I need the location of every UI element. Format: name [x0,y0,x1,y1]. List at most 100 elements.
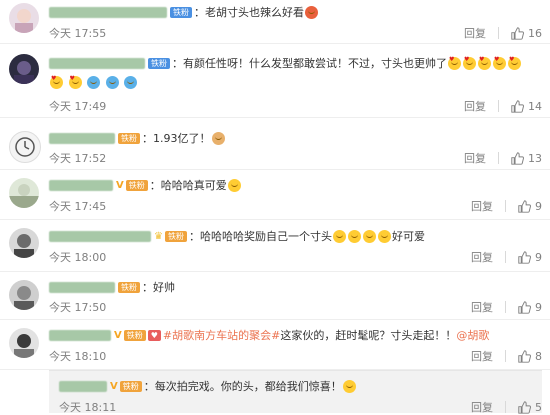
username[interactable] [49,6,167,18]
like-button[interactable]: 14 [511,100,542,113]
username[interactable] [49,132,115,144]
comment-header: 铁粉 ：老胡寸头也辣么好看 [49,4,319,20]
emoji-icon [305,5,318,19]
avatar[interactable] [9,54,39,84]
username[interactable] [49,329,111,341]
avatar[interactable] [9,280,39,310]
reply-button[interactable]: 回复 [471,299,493,315]
comment-actions: 回复 9 [471,198,542,214]
comment-item: 铁粉 ：1.93亿了！ 今天 17:52 回复 13 [0,118,550,170]
username[interactable] [59,380,107,392]
avatar[interactable] [9,3,39,33]
reply-button[interactable]: 回复 [464,98,486,114]
thumbs-up-icon [518,300,531,314]
comment-text-tail: 好可爱 [391,230,425,243]
reply-button[interactable]: 回复 [471,198,493,214]
like-button[interactable]: 8 [518,350,542,363]
iron-fan-badge: 铁粉 [118,132,140,144]
comment-time: 今天 18:11 [59,401,117,414]
topic-link[interactable]: #胡歌南方车站的聚会# [163,327,280,343]
like-count: 9 [535,250,542,264]
avatar[interactable] [9,328,39,358]
comment-text: ：1.93亿了！ [142,132,211,145]
comment-actions: 回复 9 [471,299,542,315]
comment-text: ：老胡寸头也辣么好看 [194,6,304,19]
avatar[interactable] [9,228,39,258]
emoji-icon [332,229,346,243]
thumbs-up-icon [511,151,524,165]
avatar[interactable] [9,178,39,208]
fan-badge: 铁粉 [148,57,170,69]
comment-header: 铁粉 ：1.93亿了！ [49,130,226,146]
emoji-icon [377,229,391,243]
heart-eyes-emoji-icon [508,56,521,70]
fan-badge: 铁粉 [170,6,192,18]
heart-eyes-emoji-icon [478,56,491,70]
like-count: 13 [528,151,542,165]
comment-item: 铁粉 ：有颜任性呀！什么发型都敢尝试！不过，寸头也更帅了 今天 17:49 回复… [0,44,550,118]
person-emoji-icon [124,75,137,89]
verified-v-icon: V [114,329,122,341]
like-button[interactable]: 9 [518,301,542,314]
like-count: 16 [528,26,542,40]
reply-button[interactable]: 回复 [471,249,493,265]
nested-reply: V 铁粉 ：每次拍完戏。你的头，都给我们惊喜！ 今天 18:11 回复 5 [49,370,542,415]
username[interactable] [49,230,151,242]
heart-eyes-emoji-icon [463,56,476,70]
comment-text: ：有颜任性呀！什么发型都敢尝试！不过，寸头也更帅了 [172,57,447,70]
thumbs-up-icon [518,199,531,213]
like-button[interactable]: 16 [511,27,542,40]
mention-link[interactable]: @胡歌 [456,327,489,343]
iron-fan-badge: 铁粉 [125,179,148,191]
comment-header: 铁粉 ：好帅 [49,279,175,295]
comment-header: ♛ 铁粉 ：哈哈哈哈奖励自己一个寸头 好可爱 [49,228,425,244]
divider [505,401,506,413]
comment-header: V 铁粉 ：哈哈哈真可爱 [49,177,242,193]
comment-text: ：好帅 [142,281,175,294]
like-button[interactable]: 9 [518,251,542,264]
like-button[interactable]: 13 [511,152,542,165]
divider [505,251,506,263]
username[interactable] [49,281,115,293]
divider [505,350,506,362]
comment-time: 今天 18:00 [49,251,107,264]
emoji-icon [347,229,361,243]
reply-button[interactable]: 回复 [464,25,486,41]
verified-v-icon: V [110,380,118,392]
emoji-row [49,75,138,89]
heart-eyes-emoji-icon [448,56,461,70]
thumbs-up-icon [518,250,531,264]
comment-time: 今天 17:45 [49,200,107,213]
comment-item: 铁粉 ：老胡寸头也辣么好看 今天 17:55 回复 16 [0,0,550,44]
like-count: 8 [535,349,542,363]
comment-actions: 回复 5 [471,399,542,415]
heart-eyes-emoji-icon [50,75,63,89]
username[interactable] [49,57,145,69]
avatar[interactable] [9,131,41,163]
comment-header: 铁粉 ：有颜任性呀！什么发型都敢尝试！不过，寸头也更帅了 [49,55,522,71]
person-emoji-icon [105,75,119,89]
like-button[interactable]: 9 [518,200,542,213]
comment-actions: 回复 16 [464,25,542,41]
comment-time: 今天 17:55 [49,27,107,40]
person-emoji-icon [87,75,100,89]
like-count: 14 [528,99,542,113]
username[interactable] [49,179,113,191]
comment-actions: 回复 9 [471,249,542,265]
comment-time: 今天 17:50 [49,301,107,314]
reply-button[interactable]: 回复 [471,348,493,364]
reply-button[interactable]: 回复 [464,150,486,166]
divider [498,100,499,112]
like-count: 9 [535,300,542,314]
comment-text: ：哈哈哈真可爱 [149,179,227,192]
divider [505,200,506,212]
comment-header: V 铁粉 ♥ #胡歌南方车站的聚会# 这家伙的，赶时髦呢？寸头走起！！ @胡歌 [49,327,489,343]
comment-item: 铁粉 ：好帅 今天 17:50 回复 9 [0,272,550,320]
comment-text: ：哈哈哈哈奖励自己一个寸头 [188,230,332,243]
reply-button[interactable]: 回复 [471,399,493,415]
comment-header: V 铁粉 ：每次拍完戏。你的头，都给我们惊喜！ [59,378,357,394]
comment-actions: 回复 14 [464,98,542,114]
divider [498,27,499,39]
comment-time: 今天 17:49 [49,100,107,113]
like-count: 9 [535,199,542,213]
